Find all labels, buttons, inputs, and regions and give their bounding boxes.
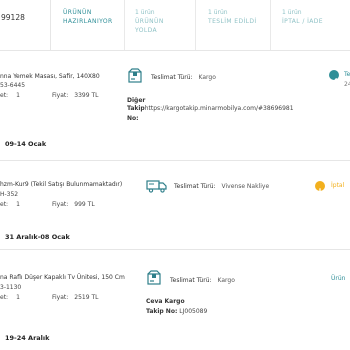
tab-label: ÜRÜNÜN (63, 9, 92, 16)
tab-label: ÜRÜNÜN (135, 18, 164, 25)
price-label: Fiyat: (52, 92, 69, 99)
product-name[interactable]: hzm-Kur9 (Tekil Satışı Bulunmamaktadır) (0, 181, 122, 188)
tab-cancel-return[interactable]: 1 ürün İPTAL / İADE (282, 8, 323, 26)
order-item: nna Yemek Masası, Safir, 140X80 53-6445 … (0, 50, 350, 160)
product-code: 3-1130 (0, 284, 22, 291)
tab-preparing[interactable]: ÜRÜNÜN HAZIRLANIYOR (63, 8, 113, 26)
delivery-type-value: Vivense Nakliye (221, 183, 270, 190)
price: Fiyat: 999 TL (52, 201, 95, 208)
truck-icon (146, 178, 168, 197)
tab-label-line2: YOLDA (135, 27, 158, 34)
price: Fiyat: 3399 TL (52, 92, 98, 99)
tracking-label-line2: No: (127, 115, 139, 122)
tracking-link[interactable]: https://kargotakip.minarmobilya.com/#386… (145, 105, 294, 112)
delivery-date-range: 09-14 Ocak (5, 140, 47, 148)
order-number-box: 99128 (0, 0, 51, 50)
tab-count: 1 ürün (208, 9, 228, 16)
tab-divider (124, 0, 125, 50)
delivery-type-label: Teslimat Türü: (174, 183, 216, 190)
tab-on-the-way[interactable]: 1 ürün ÜRÜNÜN YOLDA (135, 8, 164, 35)
tracking-info: Takip No: LJ005089 (146, 307, 207, 317)
quantity-value: 1 (16, 201, 20, 208)
price-value: 2519 TL (74, 294, 99, 301)
order-number: 99128 (1, 13, 25, 22)
price-label: Fiyat: (52, 201, 69, 208)
quantity-value: 1 (16, 294, 20, 301)
product-name[interactable]: nna Yemek Masası, Safir, 140X80 (0, 73, 100, 80)
price-label: Fiyat: (52, 294, 69, 301)
delivery-type-label: Teslimat Türü: (170, 277, 212, 284)
delivery-type: Teslimat Türü: Vivense Nakliye (174, 183, 269, 190)
quantity: et: 1 (0, 294, 20, 301)
delivery-type: Teslimat Türü: Kargo (151, 74, 216, 81)
product-name[interactable]: na Raflı Düşer Kapaklı Tv Ünitesi, 150 C… (0, 274, 125, 281)
tab-count: 1 ürün (282, 9, 302, 16)
delivery-type-value: Kargo (198, 74, 216, 81)
check-circle-icon (329, 70, 339, 83)
status-text: İptal (331, 182, 345, 189)
tracking-label: Takip No: (146, 308, 178, 315)
tab-label: TESLİM EDİLDİ (208, 18, 257, 25)
delivery-date-range: 19-24 Aralık (5, 334, 50, 342)
tab-count: 1 ürün (135, 9, 155, 16)
tracking-info: Takiphttps://kargotakip.minarmobilya.com… (127, 104, 294, 124)
tab-divider (270, 0, 271, 50)
price-value: 3399 TL (74, 92, 99, 99)
quantity-value: 1 (16, 92, 20, 99)
quantity-label: et: (0, 92, 9, 99)
carrier-name: Diğer (127, 97, 146, 104)
price: Fiyat: 2519 TL (52, 294, 98, 301)
delivery-type-value: Kargo (217, 277, 235, 284)
quantity: et: 1 (0, 92, 20, 99)
delivery-type-label: Teslimat Türü: (151, 74, 193, 81)
status-date: 24 (344, 81, 350, 88)
tracking-label: Takip (127, 105, 145, 112)
product-code: 53-6445 (0, 82, 26, 89)
price-value: 999 TL (74, 201, 95, 208)
tab-label-line2: HAZIRLANIYOR (63, 18, 113, 25)
status-text: Ürün (331, 275, 346, 282)
tracking-number[interactable]: LJ005089 (179, 308, 207, 315)
tab-label: İPTAL / İADE (282, 18, 323, 25)
box-icon (146, 270, 162, 290)
cancel-icon (315, 181, 325, 195)
delivery-type: Teslimat Türü: Kargo (170, 277, 235, 284)
box-icon (127, 68, 143, 88)
order-item: hzm-Kur9 (Tekil Satışı Bulunmamaktadır) … (0, 161, 350, 249)
carrier-name: Ceva Kargo (146, 298, 185, 305)
order-item: na Raflı Düşer Kapaklı Tv Ünitesi, 150 C… (0, 250, 350, 350)
tab-divider (195, 0, 196, 50)
status-text: Te (344, 71, 350, 78)
tab-delivered[interactable]: 1 ürün TESLİM EDİLDİ (208, 8, 257, 26)
quantity-label: et: (0, 294, 9, 301)
order-status-bar: 99128 ÜRÜNÜN HAZIRLANIYOR 1 ürün ÜRÜNÜN … (0, 0, 350, 51)
product-code: H-352 (0, 191, 19, 198)
quantity-label: et: (0, 201, 9, 208)
delivery-date-range: 31 Aralık-08 Ocak (5, 233, 70, 241)
quantity: et: 1 (0, 201, 20, 208)
